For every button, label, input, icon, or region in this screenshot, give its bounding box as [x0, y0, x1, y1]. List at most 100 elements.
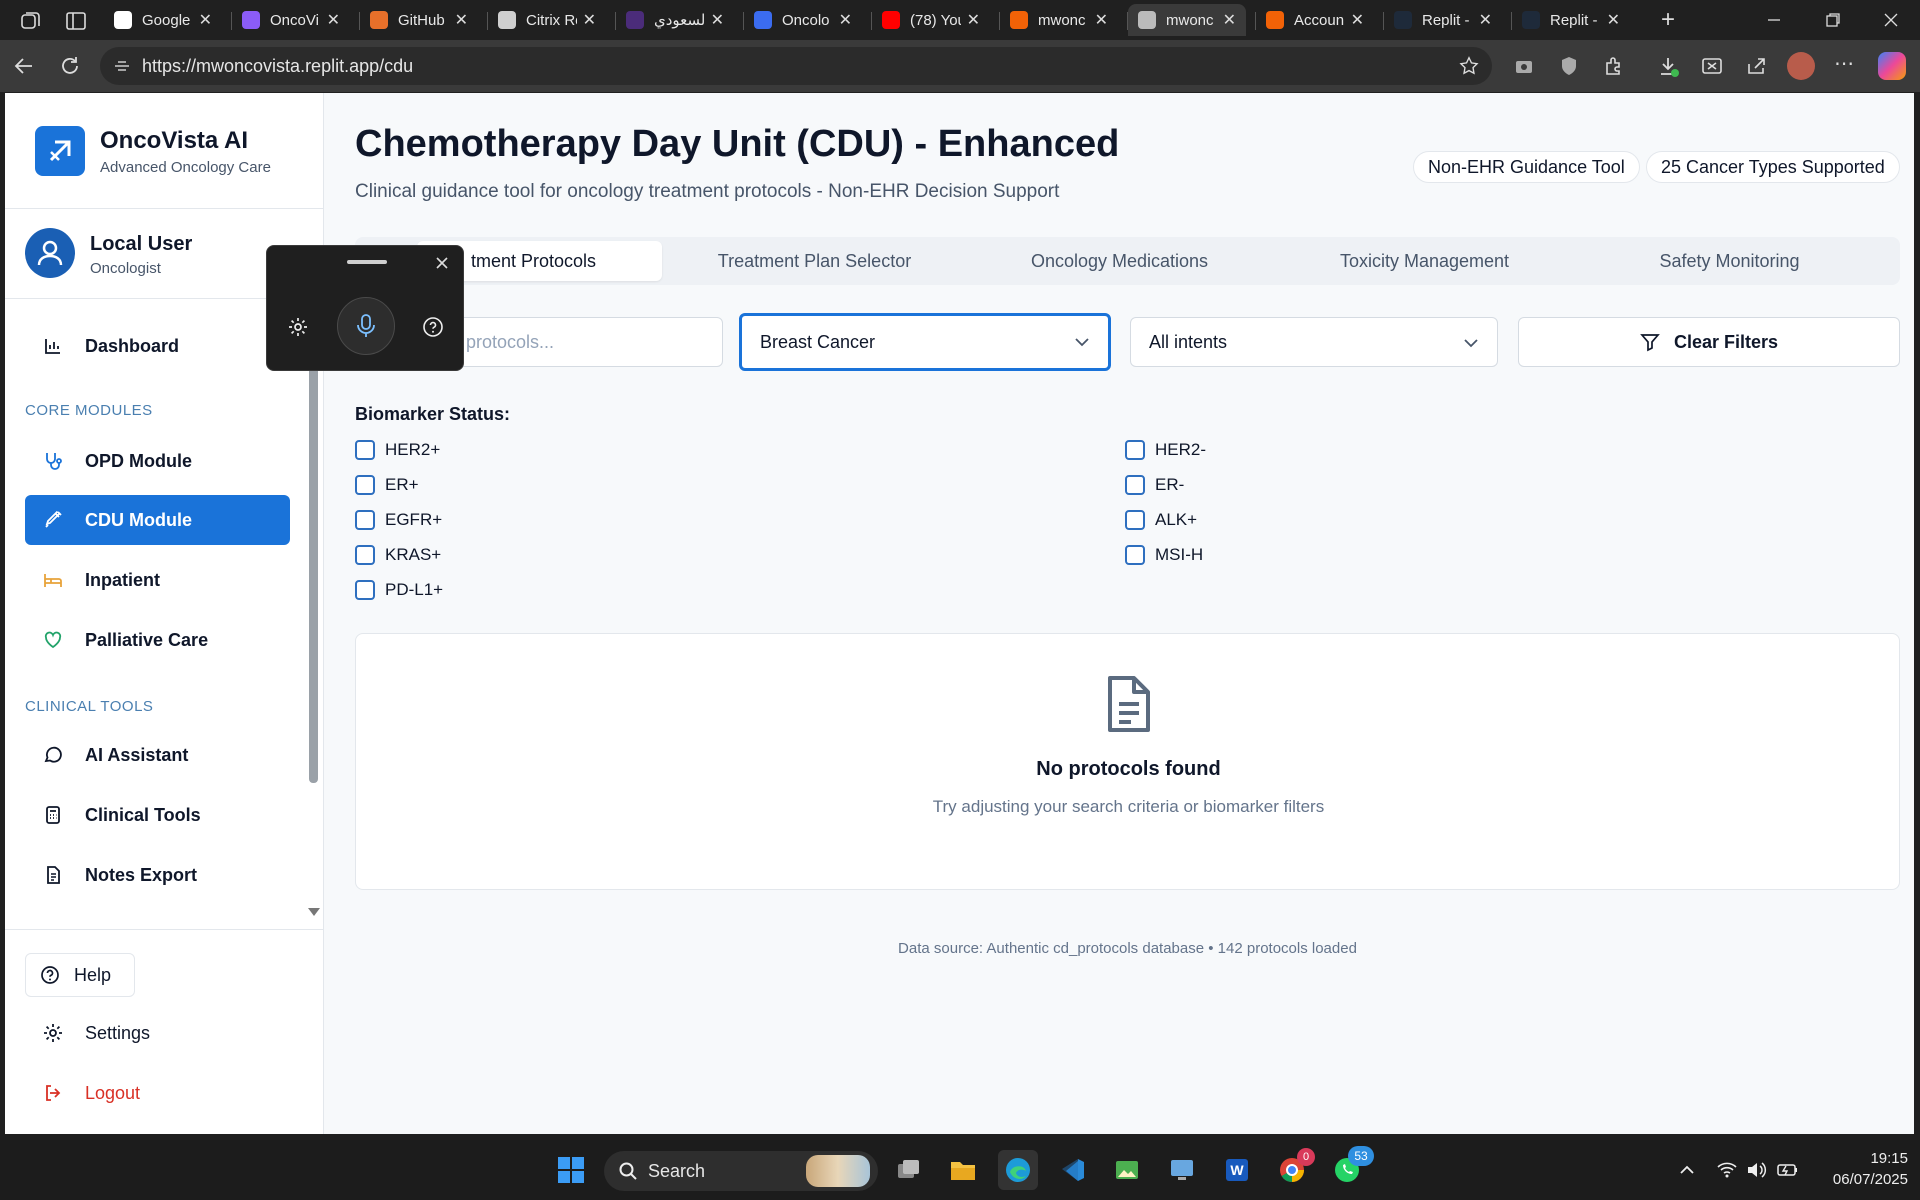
vertical-tabs-icon[interactable] [64, 9, 88, 33]
checkbox-box[interactable] [355, 475, 375, 495]
tab-close-icon[interactable]: ✕ [1607, 10, 1620, 30]
checkbox-pdl1-pos[interactable]: PD-L1+ [355, 580, 443, 600]
browser-tab[interactable]: Oncolo ✕ [744, 4, 862, 36]
remote-desktop-icon[interactable] [1162, 1150, 1202, 1190]
sidebar-item-ai-assistant[interactable]: AI Assistant [25, 730, 290, 780]
checkbox-her2-pos[interactable]: HER2+ [355, 440, 440, 460]
tab-close-icon[interactable]: ✕ [327, 10, 340, 30]
show-hidden-icons-icon[interactable] [1677, 1160, 1697, 1180]
cancer-type-select[interactable]: Breast Cancer [739, 313, 1111, 371]
profile-avatar[interactable] [1787, 52, 1815, 80]
new-tab-icon[interactable]: + [1656, 8, 1680, 32]
shield-icon[interactable] [1557, 54, 1581, 78]
checkbox-box[interactable] [1125, 440, 1145, 460]
file-explorer-icon[interactable] [943, 1150, 983, 1190]
volume-icon[interactable] [1746, 1160, 1768, 1180]
screenshot-icon[interactable] [1512, 54, 1536, 78]
checkbox-er-pos[interactable]: ER+ [355, 475, 419, 495]
clock-time[interactable]: 19:15 [1818, 1150, 1908, 1167]
refresh-icon[interactable] [58, 54, 82, 78]
scroll-down-arrow-icon[interactable] [308, 908, 320, 916]
browser-tab[interactable]: GitHub ✕ [360, 4, 478, 36]
edge-browser-icon[interactable] [998, 1150, 1038, 1190]
sidebar-item-palliative[interactable]: Palliative Care [25, 615, 290, 665]
clear-filters-button[interactable]: Clear Filters [1518, 317, 1900, 367]
more-options-icon[interactable]: ⋯ [1832, 54, 1856, 78]
word-icon[interactable]: W [1217, 1150, 1257, 1190]
workspaces-icon[interactable] [18, 9, 42, 33]
vscode-icon[interactable] [1052, 1150, 1092, 1190]
favorite-star-icon[interactable] [1458, 55, 1480, 77]
task-view-icon[interactable] [889, 1150, 929, 1190]
tab-close-icon[interactable]: ✕ [967, 10, 980, 30]
checkbox-box[interactable] [1125, 475, 1145, 495]
restore-icon[interactable] [1823, 10, 1843, 30]
checkbox-alk-pos[interactable]: ALK+ [1125, 510, 1197, 530]
start-windows-icon[interactable] [551, 1150, 591, 1190]
gear-icon[interactable] [287, 316, 309, 338]
checkbox-her2-neg[interactable]: HER2- [1125, 440, 1206, 460]
tab-toxicity-management[interactable]: Toxicity Management [1272, 241, 1577, 281]
checkbox-kras-pos[interactable]: KRAS+ [355, 545, 441, 565]
checkbox-egfr-pos[interactable]: EGFR+ [355, 510, 442, 530]
close-window-icon[interactable] [1881, 10, 1901, 30]
tab-close-icon[interactable]: ✕ [1095, 10, 1108, 30]
drag-handle[interactable] [347, 260, 387, 264]
tab-close-icon[interactable]: ✕ [711, 10, 724, 30]
battery-icon[interactable] [1777, 1160, 1799, 1180]
image-app-icon[interactable] [1107, 1150, 1147, 1190]
tab-close-icon[interactable]: ✕ [1479, 10, 1492, 30]
checkbox-box[interactable] [1125, 545, 1145, 565]
intent-select[interactable]: All intents [1130, 317, 1498, 367]
tab-close-icon[interactable]: ✕ [199, 10, 212, 30]
sidebar-scrollbar[interactable] [309, 353, 318, 783]
extensions-icon[interactable] [1602, 54, 1626, 78]
downloads-icon[interactable] [1656, 54, 1680, 78]
tab-safety-monitoring[interactable]: Safety Monitoring [1577, 241, 1882, 281]
tab-treatment-plan-selector[interactable]: Treatment Plan Selector [662, 241, 967, 281]
checkbox-box[interactable] [355, 545, 375, 565]
browser-tab[interactable]: Citrix Re ✕ [488, 4, 606, 36]
browser-tab[interactable]: mwonc ✕ [1000, 4, 1118, 36]
microphone-button[interactable] [337, 297, 395, 355]
browser-tab[interactable]: Replit - ✕ [1512, 4, 1630, 36]
tab-oncology-medications[interactable]: Oncology Medications [967, 241, 1272, 281]
checkbox-er-neg[interactable]: ER- [1125, 475, 1184, 495]
browser-tab[interactable]: OncoVi ✕ [232, 4, 350, 36]
back-icon[interactable] [12, 54, 36, 78]
sidebar-item-cdu[interactable]: CDU Module [25, 495, 290, 545]
sidebar-item-clinical-tools[interactable]: Clinical Tools [25, 790, 290, 840]
checkbox-box[interactable] [1125, 510, 1145, 530]
help-button[interactable]: Help [25, 953, 135, 997]
share-icon[interactable] [1745, 54, 1769, 78]
clock-date[interactable]: 06/07/2025 [1808, 1171, 1908, 1188]
tab-close-icon[interactable]: ✕ [1351, 10, 1364, 30]
checkbox-msi-h[interactable]: MSI-H [1125, 545, 1203, 565]
copilot-icon[interactable] [1878, 52, 1906, 80]
checkbox-box[interactable] [355, 580, 375, 600]
browser-tab[interactable]: Google ✕ [104, 4, 222, 36]
browser-tab[interactable]: (78) You ✕ [872, 4, 990, 36]
close-icon[interactable] [433, 254, 451, 272]
sidebar-item-inpatient[interactable]: Inpatient [25, 555, 290, 605]
wifi-icon[interactable] [1716, 1160, 1738, 1180]
sidebar-item-notes-export[interactable]: Notes Export [25, 850, 290, 900]
tab-close-icon[interactable]: ✕ [455, 10, 468, 30]
checkbox-box[interactable] [355, 440, 375, 460]
browser-tab[interactable]: Replit - ✕ [1384, 4, 1502, 36]
tab-close-icon[interactable]: ✕ [1223, 10, 1236, 30]
browser-tab[interactable]: السعودي ✕ [616, 4, 734, 36]
taskbar-search[interactable]: Search [604, 1151, 878, 1191]
checkbox-box[interactable] [355, 510, 375, 530]
tab-close-icon[interactable]: ✕ [583, 10, 596, 30]
sidebar-item-dashboard[interactable]: Dashboard [25, 321, 290, 371]
screen-cast-icon[interactable] [1700, 54, 1724, 78]
site-info-icon[interactable] [112, 56, 132, 76]
sidebar-item-settings[interactable]: Settings [25, 1008, 290, 1058]
tab-close-icon[interactable]: ✕ [839, 10, 852, 30]
url-field[interactable]: https://mwoncovista.replit.app/cdu [100, 47, 1492, 85]
browser-tab[interactable]: mwonc ✕ [1128, 4, 1246, 36]
minimize-icon[interactable] [1764, 10, 1784, 30]
sidebar-item-opd[interactable]: OPD Module [25, 436, 290, 486]
browser-tab[interactable]: Accoun ✕ [1256, 4, 1374, 36]
